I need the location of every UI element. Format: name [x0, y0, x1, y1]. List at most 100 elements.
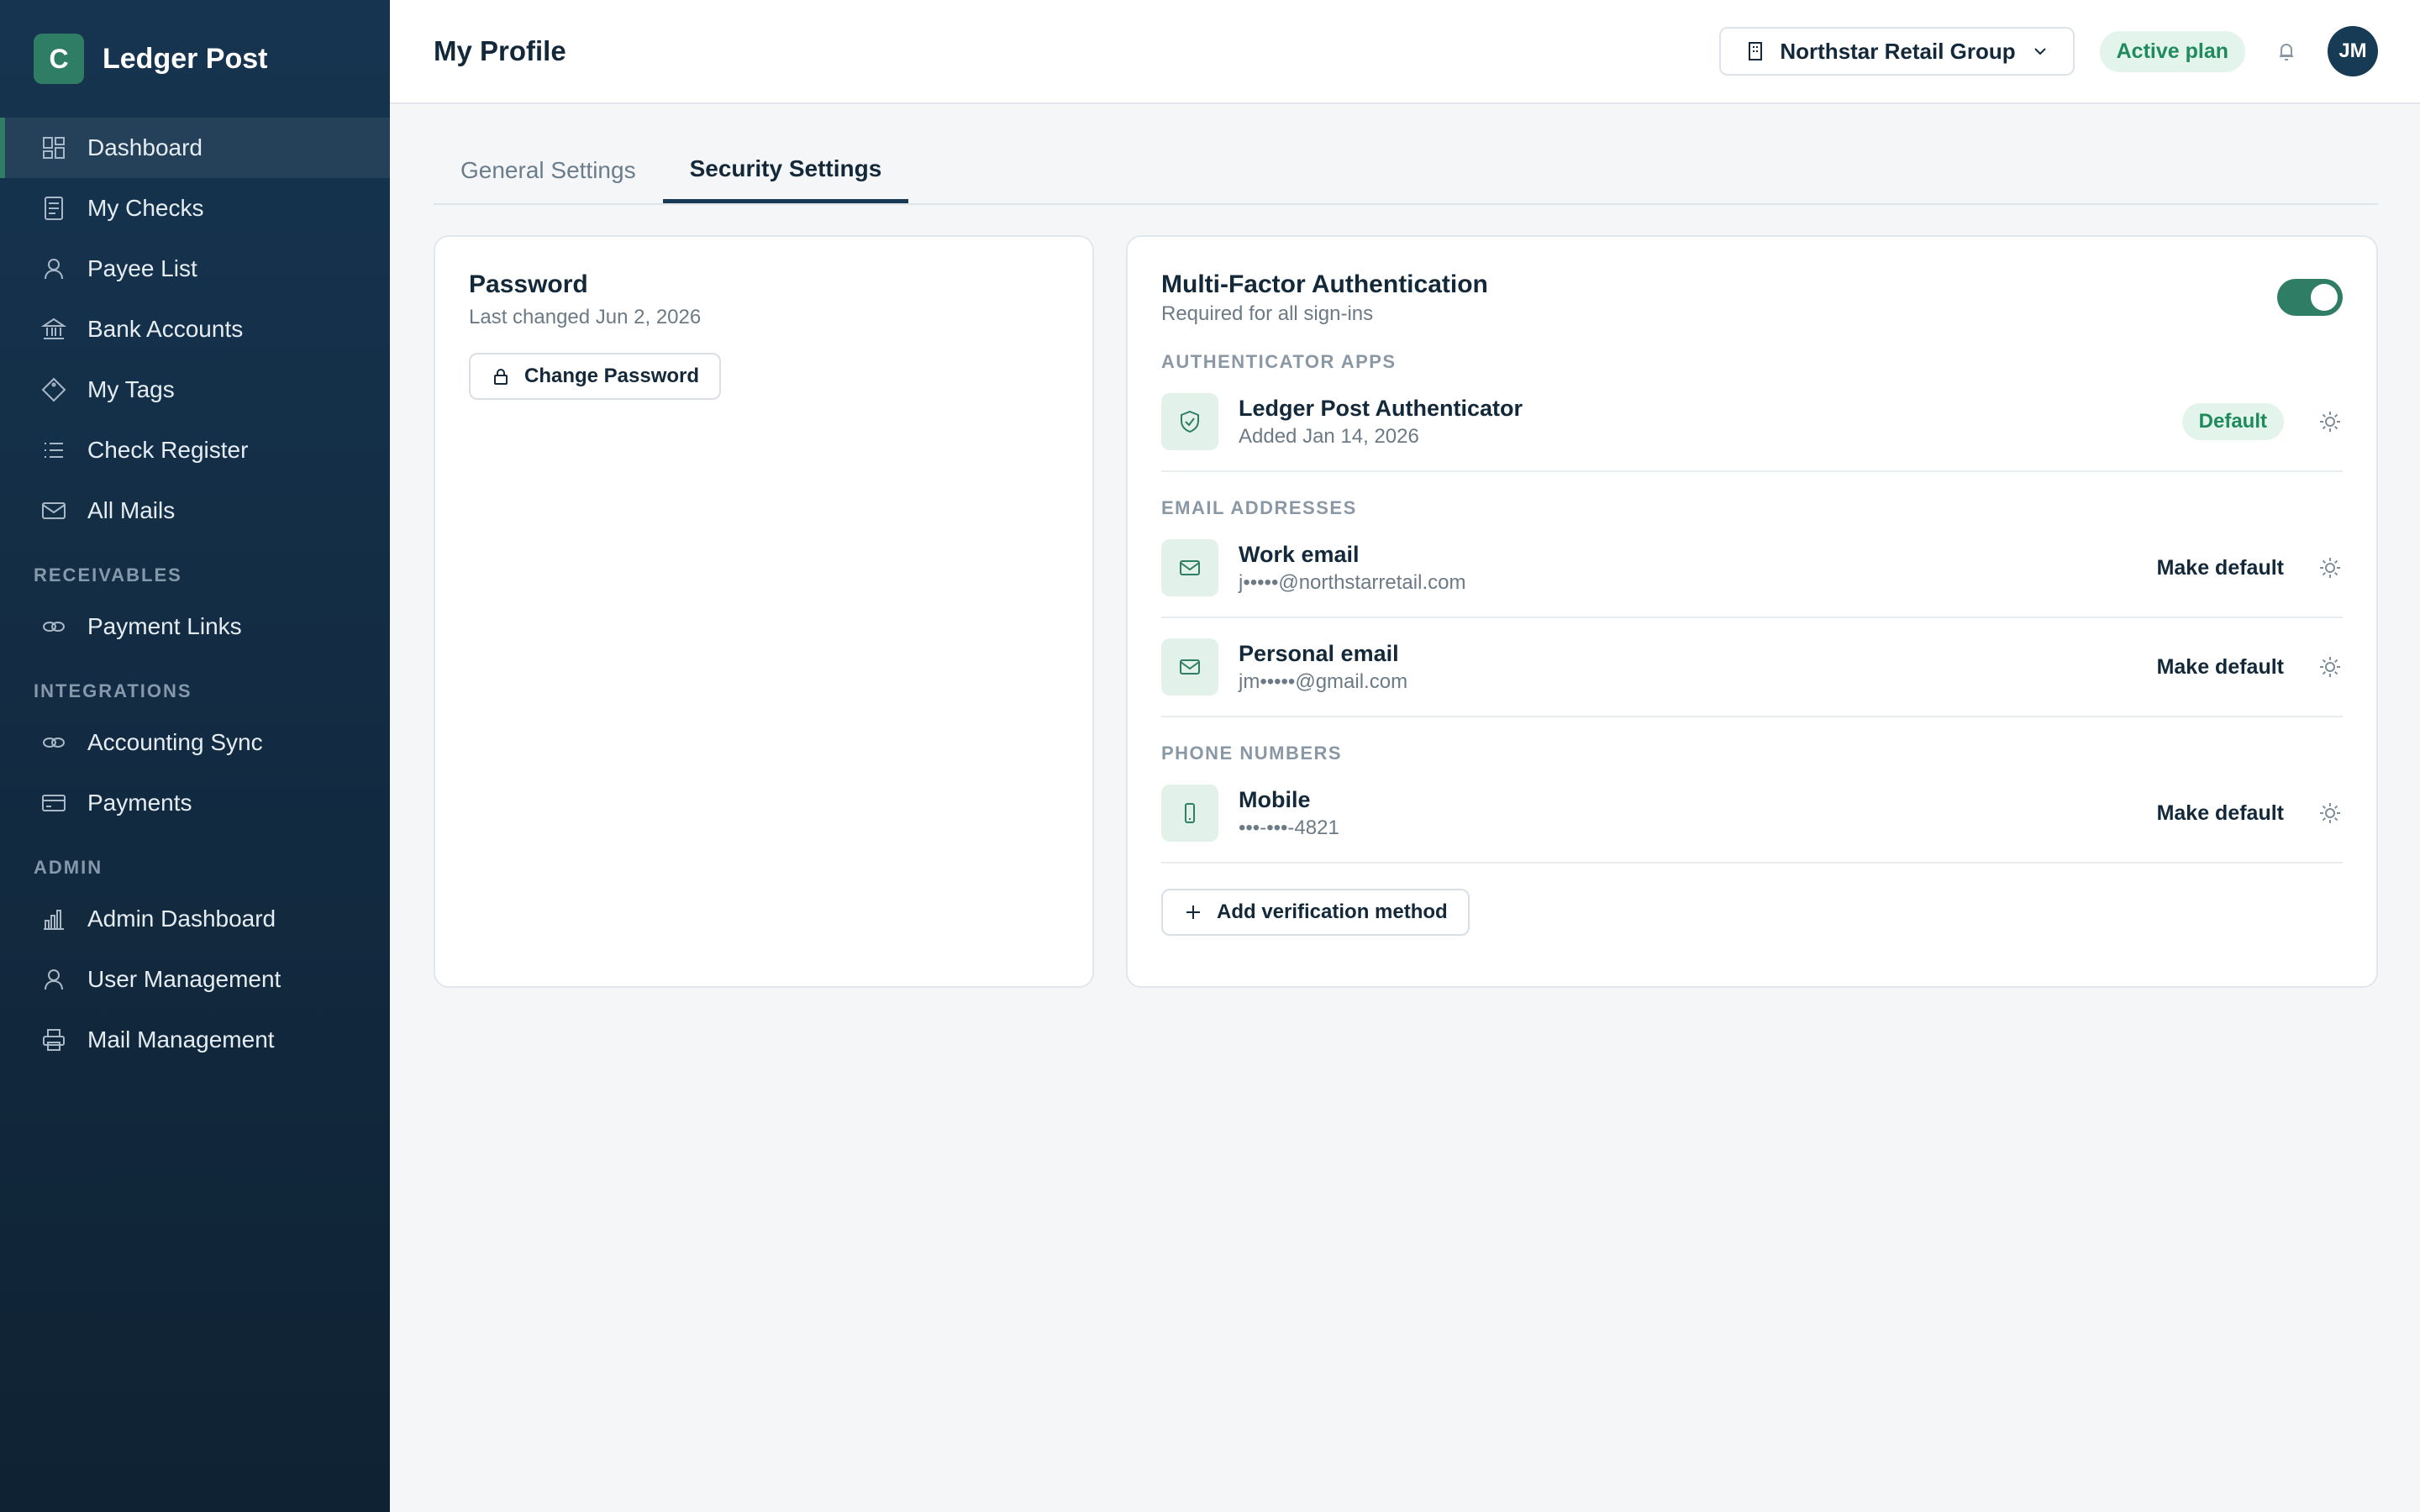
section-admin: ADMIN [34, 857, 103, 878]
org-selector[interactable]: Northstar Retail Group [1719, 27, 2075, 76]
content: General Settings Security Settings Passw… [390, 104, 2420, 988]
sidebar-item-label: Payment Links [87, 613, 242, 639]
avatar[interactable]: JM [2328, 26, 2378, 76]
sidebar-item-accounting-sync[interactable]: Accounting Sync [0, 712, 390, 773]
authenticator-app-row: Ledger Post Authenticator Added Jan 14, … [1161, 373, 2343, 472]
method-name: Mobile [1239, 786, 1311, 812]
method-text: Ledger Post Authenticator Added Jan 14, … [1239, 396, 2182, 449]
sidebar-item-check-register[interactable]: Check Register [0, 420, 390, 480]
settings-tabs: General Settings Security Settings [434, 138, 2378, 205]
authenticator-apps-label: AUTHENTICATOR APPS [1161, 351, 1397, 372]
sidebar-item-bank-accounts[interactable]: Bank Accounts [0, 299, 390, 360]
method-name: Work email [1239, 541, 1360, 567]
tag-icon [40, 376, 67, 403]
make-default-button[interactable]: Make default [2157, 556, 2284, 580]
phone-row: Mobile •••-•••-4821 Make default [1161, 764, 2343, 864]
sidebar: C Ledger Post Dashboard My Checks Payee … [0, 0, 390, 1512]
mfa-subtitle: Required for all sign-ins [1161, 302, 1374, 325]
gear-icon[interactable] [2317, 409, 2343, 434]
mail-icon [40, 497, 67, 524]
sidebar-item-label: Payee List [87, 255, 197, 281]
add-verification-method-button[interactable]: Add verification method [1161, 889, 1470, 936]
org-name: Northstar Retail Group [1780, 38, 2016, 64]
password-title: Password [469, 270, 588, 298]
email-row: Work email j•••••@northstarretail.com Ma… [1161, 519, 2343, 618]
sidebar-item-label: Accounting Sync [87, 729, 263, 755]
shield-check-icon [1161, 393, 1218, 450]
sidebar-item-all-mails[interactable]: All Mails [0, 480, 390, 541]
gear-icon[interactable] [2317, 555, 2343, 580]
sidebar-item-label: Dashboard [87, 134, 203, 160]
method-name: Ledger Post Authenticator [1239, 395, 1523, 421]
user-icon [40, 966, 67, 993]
card-icon [40, 790, 67, 816]
method-text: Work email j•••••@northstarretail.com [1239, 542, 2157, 595]
sidebar-item-mail-management[interactable]: Mail Management [0, 1010, 390, 1070]
mail-icon [1161, 638, 1218, 696]
mfa-card: Multi-Factor Authentication Required for… [1126, 235, 2378, 988]
sidebar-item-label: Admin Dashboard [87, 906, 276, 932]
section-integrations: INTEGRATIONS [34, 680, 192, 701]
phone-numbers-label: PHONE NUMBERS [1161, 743, 1343, 764]
topbar: My Profile Northstar Retail Group Active… [390, 0, 2420, 104]
document-icon [40, 195, 67, 222]
method-detail: •••-•••-4821 [1239, 816, 1339, 839]
sidebar-item-payee-list[interactable]: Payee List [0, 239, 390, 299]
plan-badge: Active plan [2099, 30, 2245, 72]
password-card: Password Last changed Jun 2, 2026 Change… [434, 235, 1094, 988]
sidebar-item-my-tags[interactable]: My Tags [0, 360, 390, 420]
main-area: My Profile Northstar Retail Group Active… [390, 0, 2420, 1512]
sidebar-item-admin-dashboard[interactable]: Admin Dashboard [0, 889, 390, 949]
sidebar-item-payments[interactable]: Payments [0, 773, 390, 833]
brand-logo: C [34, 34, 84, 84]
add-verification-label: Add verification method [1217, 900, 1448, 923]
link-icon [40, 729, 67, 756]
mfa-toggle[interactable] [2277, 279, 2343, 316]
change-password-label: Change Password [524, 365, 700, 387]
make-default-button[interactable]: Make default [2157, 655, 2284, 680]
link-icon [40, 613, 67, 640]
section-receivables: RECEIVABLES [34, 564, 182, 585]
sidebar-item-label: User Management [87, 966, 281, 992]
sidebar-item-dashboard[interactable]: Dashboard [0, 118, 390, 178]
lock-icon [494, 369, 508, 385]
method-detail: j•••••@northstarretail.com [1239, 570, 1466, 594]
method-text: Mobile •••-•••-4821 [1239, 787, 2157, 840]
building-icon [1749, 42, 1763, 60]
sidebar-item-label: All Mails [87, 497, 176, 523]
method-detail: jm•••••@gmail.com [1239, 669, 1408, 693]
plus-icon [1186, 906, 1200, 919]
primary-nav: Dashboard My Checks Payee List Bank Acco… [0, 118, 390, 1070]
change-password-button[interactable]: Change Password [469, 353, 722, 400]
bell-icon[interactable] [2274, 39, 2299, 64]
mail-icon [1161, 539, 1218, 596]
password-last-changed: Last changed Jun 2, 2026 [469, 306, 702, 328]
gear-icon[interactable] [2317, 654, 2343, 680]
phone-icon [1161, 785, 1218, 842]
sidebar-item-label: Check Register [87, 437, 249, 463]
tab-security-settings[interactable]: Security Settings [662, 138, 909, 203]
sidebar-item-label: Mail Management [87, 1026, 275, 1053]
sidebar-item-user-management[interactable]: User Management [0, 949, 390, 1010]
bar-chart-icon [40, 906, 67, 932]
default-badge: Default [2181, 403, 2284, 440]
cards: Password Last changed Jun 2, 2026 Change… [434, 235, 2378, 988]
sidebar-item-label: Payments [87, 790, 192, 816]
chevron-down-icon [2033, 48, 2046, 55]
sidebar-item-label: My Checks [87, 195, 204, 221]
tab-general-settings[interactable]: General Settings [434, 138, 663, 203]
bank-icon [40, 316, 67, 343]
email-addresses-label: EMAIL ADDRESSES [1161, 497, 1357, 518]
sidebar-item-payment-links[interactable]: Payment Links [0, 596, 390, 657]
brand[interactable]: C Ledger Post [0, 0, 390, 118]
gear-icon[interactable] [2317, 801, 2343, 826]
printer-icon [40, 1026, 67, 1053]
mfa-title: Multi-Factor Authentication [1161, 270, 1488, 298]
dashboard-icon [40, 134, 67, 161]
make-default-button[interactable]: Make default [2157, 801, 2284, 826]
sidebar-item-label: My Tags [87, 376, 175, 402]
method-detail: Added Jan 14, 2026 [1239, 424, 1419, 448]
sidebar-item-label: Bank Accounts [87, 316, 244, 342]
sidebar-item-my-checks[interactable]: My Checks [0, 178, 390, 239]
user-icon [40, 255, 67, 282]
